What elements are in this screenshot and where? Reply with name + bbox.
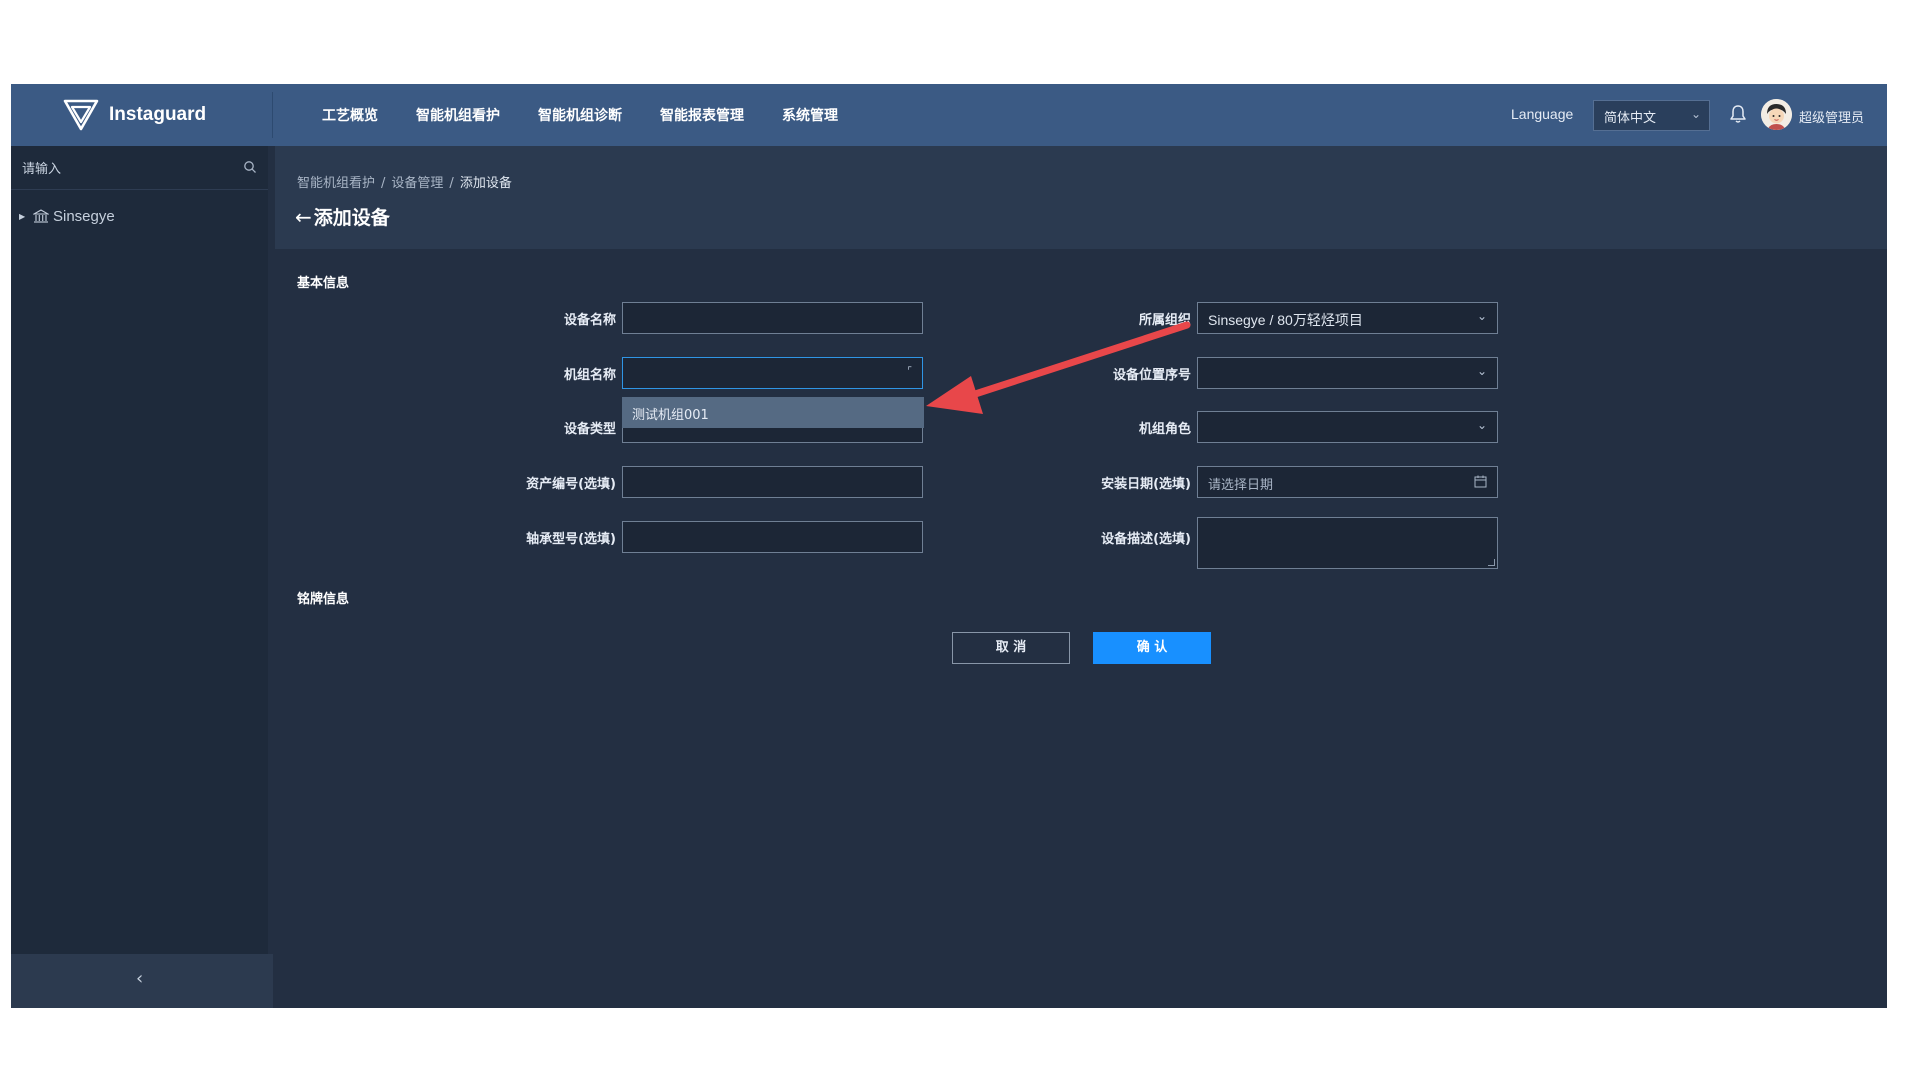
back-arrow-icon[interactable]: ← — [295, 205, 312, 229]
nav-item-report-management[interactable]: 智能报表管理 — [660, 105, 744, 125]
bearing-model-label: 轴承型号(选填) — [526, 532, 616, 547]
nav-item-unit-care[interactable]: 智能机组看护 — [416, 105, 500, 125]
org-label: 所属组织 — [1138, 313, 1191, 328]
unit-role-label: 机组角色 — [1138, 422, 1191, 437]
install-date-placeholder: 请选择日期 — [1208, 478, 1274, 493]
breadcrumb: 智能机组看护 / 设备管理 / 添加设备 — [297, 172, 512, 191]
section-basic-info: 基本信息 — [297, 276, 350, 291]
breadcrumb-current: 添加设备 — [459, 176, 512, 191]
topbar-divider — [272, 92, 273, 138]
tree-node-label: Sinsegye — [53, 207, 115, 225]
language-label: Language — [1511, 106, 1574, 122]
chevron-down-icon: ⌄ — [1476, 364, 1487, 378]
page-header: 智能机组看护 / 设备管理 / 添加设备 ← 添加设备 — [275, 146, 1887, 249]
resize-handle-icon[interactable] — [1488, 559, 1495, 566]
org-value: Sinsegye / 80万轻烃项目 — [1208, 312, 1363, 328]
device-name-input[interactable] — [622, 302, 923, 334]
bearing-model-input[interactable] — [622, 521, 923, 553]
logo[interactable]: Instaguard — [63, 98, 206, 132]
description-textarea[interactable] — [1197, 517, 1498, 569]
nav-item-process-overview[interactable]: 工艺概览 — [322, 105, 378, 125]
bell-icon[interactable] — [1728, 103, 1748, 125]
calendar-icon — [1474, 475, 1487, 488]
chevron-down-icon: ⌄ — [1476, 418, 1487, 432]
brand-name: Instaguard — [109, 104, 207, 125]
breadcrumb-item[interactable]: 智能机组看护 — [297, 176, 375, 191]
sidebar-footer: ‹ — [11, 954, 273, 1008]
chevron-left-icon[interactable]: ‹ — [136, 968, 143, 989]
chevron-down-icon: ⌄ — [1476, 309, 1487, 323]
sidebar-search-input[interactable] — [11, 146, 268, 190]
building-icon — [33, 209, 49, 223]
unit-name-select[interactable]: ⌜ — [622, 357, 923, 389]
unit-name-label: 机组名称 — [563, 368, 616, 383]
org-select[interactable]: Sinsegye / 80万轻烃项目 ⌄ — [1197, 302, 1498, 334]
app-window: Instaguard 工艺概览 智能机组看护 智能机组诊断 智能报表管理 系统管… — [11, 84, 1887, 1008]
page-title-text: 添加设备 — [313, 207, 390, 229]
device-type-label: 设备类型 — [563, 422, 616, 437]
asset-no-label: 资产编号(选填) — [526, 477, 616, 492]
install-date-label: 安装日期(选填) — [1101, 477, 1191, 492]
chevron-down-icon: ⌄ — [1690, 107, 1701, 121]
unit-role-select[interactable]: ⌄ — [1197, 411, 1498, 443]
user-avatar-icon — [1761, 99, 1792, 130]
nav-item-system-management[interactable]: 系统管理 — [782, 105, 838, 125]
confirm-button[interactable]: 确 认 — [1093, 632, 1211, 664]
avatar[interactable] — [1761, 99, 1792, 130]
brand-logo-icon — [63, 99, 99, 131]
breadcrumb-separator: / — [449, 176, 454, 191]
description-label: 设备描述(选填) — [1101, 532, 1191, 547]
nav-item-unit-diagnosis[interactable]: 智能机组诊断 — [538, 105, 622, 125]
install-date-picker[interactable]: 请选择日期 — [1197, 466, 1498, 498]
cursor-caret-icon: ⌜ — [907, 366, 912, 377]
main-nav: 工艺概览 智能机组看护 智能机组诊断 智能报表管理 系统管理 — [322, 84, 876, 146]
unit-name-dropdown-option[interactable]: 测试机组001 — [622, 397, 924, 428]
sidebar: ▶ Sinsegye ‹ — [11, 146, 273, 1008]
breadcrumb-separator: / — [381, 176, 386, 191]
cancel-button[interactable]: 取 消 — [952, 632, 1070, 664]
caret-right-icon[interactable]: ▶ — [19, 212, 33, 221]
section-nameplate-info: 铭牌信息 — [297, 592, 350, 607]
page-title: ← 添加设备 — [295, 203, 390, 230]
sidebar-search — [11, 146, 268, 190]
user-name[interactable]: 超级管理员 — [1799, 107, 1864, 126]
search-icon[interactable] — [243, 160, 257, 174]
position-no-select[interactable]: ⌄ — [1197, 357, 1498, 389]
top-bar: Instaguard 工艺概览 智能机组看护 智能机组诊断 智能报表管理 系统管… — [11, 84, 1887, 146]
tree-node-root[interactable]: ▶ Sinsegye — [19, 206, 115, 226]
breadcrumb-item[interactable]: 设备管理 — [391, 176, 443, 191]
language-select[interactable]: 简体中文 ⌄ — [1593, 100, 1710, 131]
language-value: 简体中文 — [1604, 111, 1657, 126]
device-name-label: 设备名称 — [563, 313, 616, 328]
position-no-label: 设备位置序号 — [1112, 368, 1191, 383]
asset-no-input[interactable] — [622, 466, 923, 498]
